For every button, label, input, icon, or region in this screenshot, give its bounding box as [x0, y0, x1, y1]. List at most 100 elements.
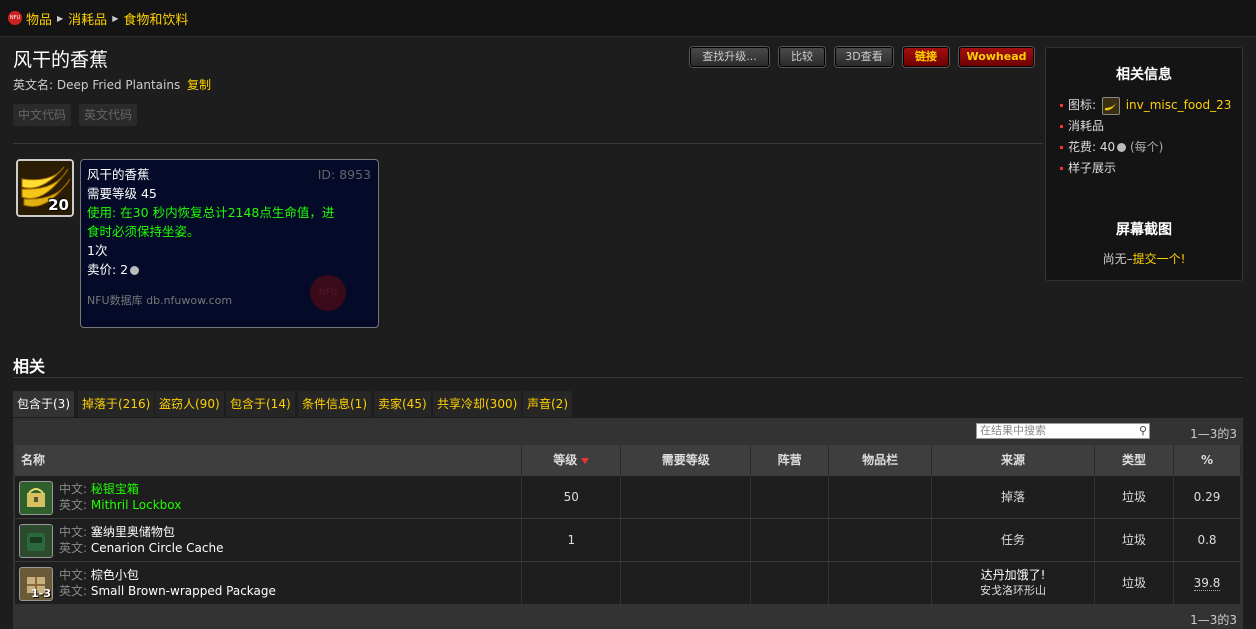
en-label: 英文: [59, 497, 88, 512]
row-type: 垃圾 [1094, 560, 1174, 604]
copy-link[interactable]: 复制 [187, 78, 211, 92]
english-name-value: Deep Fried Plantains [56, 78, 181, 92]
wowhead-button[interactable]: Wowhead [959, 47, 1034, 67]
breadcrumb-item-consumables[interactable]: 消耗品 [68, 9, 107, 28]
row-percent: 0.8 [1173, 517, 1242, 561]
col-level-label: 等级 [553, 453, 578, 468]
row-req-level [620, 474, 752, 518]
row-faction [750, 474, 830, 518]
related-heading: 相关 [13, 357, 46, 376]
english-name-label: 英文名: [13, 78, 54, 92]
search-placeholder: 在结果中搜索 [980, 424, 1046, 437]
item-link-en[interactable]: Mithril Lockbox [91, 498, 181, 512]
row-percent: 0.29 [1173, 474, 1242, 518]
compare-button[interactable]: 比较 [779, 47, 825, 67]
category-item: 消耗品 [1060, 116, 1231, 137]
icon-info-item: 图标: inv_misc_food_23 [1060, 95, 1231, 116]
info-sidebar: 相关信息 图标: inv_misc_food_23 消耗品 花费: 40 (每个… [1045, 47, 1243, 281]
search-input[interactable]: 在结果中搜索 ⚲ [976, 423, 1150, 439]
col-req-level-header[interactable]: 需要等级 [620, 445, 752, 475]
col-name-header[interactable]: 名称 [15, 445, 523, 475]
item-link[interactable]: 秘银宝箱 [91, 482, 139, 496]
col-percent-header[interactable]: % [1173, 445, 1242, 475]
tab-conditions[interactable]: 条件信息(1) [298, 391, 371, 417]
tooltip-charges: 1次 [87, 243, 108, 258]
sell-price-value: 卖价: 2 [87, 262, 129, 277]
row-req-level [620, 560, 752, 604]
tooltip-use-line-2: 食时必须保持坐姿。 [87, 224, 200, 239]
row-source: 任务 [931, 517, 1096, 561]
item-link-en[interactable]: Small Brown-wrapped Package [91, 584, 276, 598]
col-faction-header[interactable]: 阵营 [750, 445, 830, 475]
nfu-watermark-icon: NFU [310, 275, 346, 311]
site-logo-icon[interactable]: NFU [8, 11, 22, 25]
search-icon[interactable]: ⚲ [1139, 424, 1147, 438]
cn-label: 中文: [59, 524, 88, 539]
view-3d-button[interactable]: 3D查看 [835, 47, 893, 67]
screenshots-none: 尚无– [1102, 252, 1133, 266]
row-source: 掉落 [931, 474, 1096, 518]
table-row[interactable]: 1-3 中文: 棕色小包 英文: Small Brown-wrapped Pac… [15, 560, 1242, 604]
item-link[interactable]: 棕色小包 [91, 568, 139, 582]
link-button[interactable]: 链接 [903, 47, 949, 67]
divider [13, 143, 1043, 144]
submit-screenshot-link[interactable]: 提交一个! [1133, 252, 1186, 266]
icon-name-link[interactable]: inv_misc_food_23 [1126, 98, 1232, 112]
chevron-right-icon: ▶ [112, 13, 119, 23]
item-link[interactable]: 塞纳里奥储物包 [91, 525, 175, 539]
col-slot-header[interactable]: 物品栏 [828, 445, 933, 475]
screenshots-status: 尚无–提交一个! [1046, 250, 1242, 267]
row-slot [828, 474, 933, 518]
silver-coin-icon [1117, 143, 1127, 152]
tab-contains[interactable]: 包含于(14) [226, 391, 295, 417]
row-name-cell[interactable]: 中文: 塞纳里奥储物包 英文: Cenarion Circle Cache [15, 517, 523, 561]
row-level: 1 [521, 517, 622, 561]
tooltip-id: ID: 8953 [317, 167, 371, 182]
row-slot [828, 517, 933, 561]
tab-pickpocketed-from[interactable]: 盗窃人(90) [155, 391, 224, 417]
icon-label: 图标: [1068, 98, 1097, 112]
cost-value: 花费: 40 [1068, 140, 1116, 154]
package-icon: 1-3 [19, 566, 53, 601]
page-title: 风干的香蕉 [13, 49, 109, 71]
results-panel: 在结果中搜索 ⚲ 1—3的3 名称 等级 需要等级 阵营 物品栏 来源 类型 % [13, 418, 1243, 629]
row-name-cell[interactable]: 1-3 中文: 棕色小包 英文: Small Brown-wrapped Pac… [15, 560, 523, 604]
tab-shared-cooldown[interactable]: 共享冷却(300) [433, 391, 522, 417]
source-zone[interactable]: 安戈洛环形山 [932, 583, 1094, 599]
pagination-bottom: 1—3的3 [1190, 613, 1237, 627]
col-type-header[interactable]: 类型 [1094, 445, 1174, 475]
cost-item: 花费: 40 (每个) [1060, 137, 1231, 158]
cn-label: 中文: [59, 481, 88, 496]
tab-dropped-by[interactable]: 掉落于(216) [78, 391, 155, 417]
col-source-header[interactable]: 来源 [931, 445, 1096, 475]
en-label: 英文: [59, 540, 88, 555]
row-level [521, 560, 622, 604]
tab-sounds[interactable]: 声音(2) [523, 391, 572, 417]
find-upgrade-button[interactable]: 查找升级... [690, 47, 769, 67]
breadcrumb-item-items[interactable]: 物品 [26, 9, 52, 28]
col-level-header[interactable]: 等级 [521, 445, 622, 475]
table-row[interactable]: 中文: 秘银宝箱 英文: Mithril Lockbox 50 掉落 垃圾 0.… [15, 474, 1242, 518]
table-row[interactable]: 中文: 塞纳里奥储物包 英文: Cenarion Circle Cache 1 … [15, 517, 1242, 561]
item-tooltip: 风干的香蕉 ID: 8953 需要等级 45 使用: 在30 秒内恢复总计214… [80, 159, 379, 328]
tooltip-footer: NFU数据库 db.nfuwow.com [87, 294, 233, 307]
chinese-code-button[interactable]: 中文代码 [13, 104, 72, 126]
row-type: 垃圾 [1094, 517, 1174, 561]
divider [13, 377, 1243, 378]
results-table: 名称 等级 需要等级 阵营 物品栏 来源 类型 % 中文: 秘银宝箱 英文: M… [15, 445, 1242, 604]
tab-sold-by[interactable]: 卖家(45) [374, 391, 431, 417]
model-viewer-link[interactable]: 样子展示 [1060, 158, 1231, 179]
row-name-cell[interactable]: 中文: 秘银宝箱 英文: Mithril Lockbox [15, 474, 523, 518]
banana-icon [1101, 96, 1120, 115]
row-faction [750, 517, 830, 561]
breadcrumb-item-food-drink[interactable]: 食物和饮料 [123, 9, 188, 28]
cn-label: 中文: [59, 567, 88, 582]
english-code-button[interactable]: 英文代码 [79, 104, 138, 126]
source-quest-link[interactable]: 达丹加饿了! [932, 567, 1094, 583]
chevron-right-icon: ▶ [57, 13, 64, 23]
banana-icon: 20 [16, 159, 74, 217]
tooltip-use-line-1: 使用: 在30 秒内恢复总计2148点生命值，进 [87, 205, 335, 220]
tab-contained-in[interactable]: 包含于(3) [13, 391, 74, 417]
item-link-en[interactable]: Cenarion Circle Cache [91, 541, 224, 555]
row-percent: 39.8 [1173, 560, 1242, 604]
